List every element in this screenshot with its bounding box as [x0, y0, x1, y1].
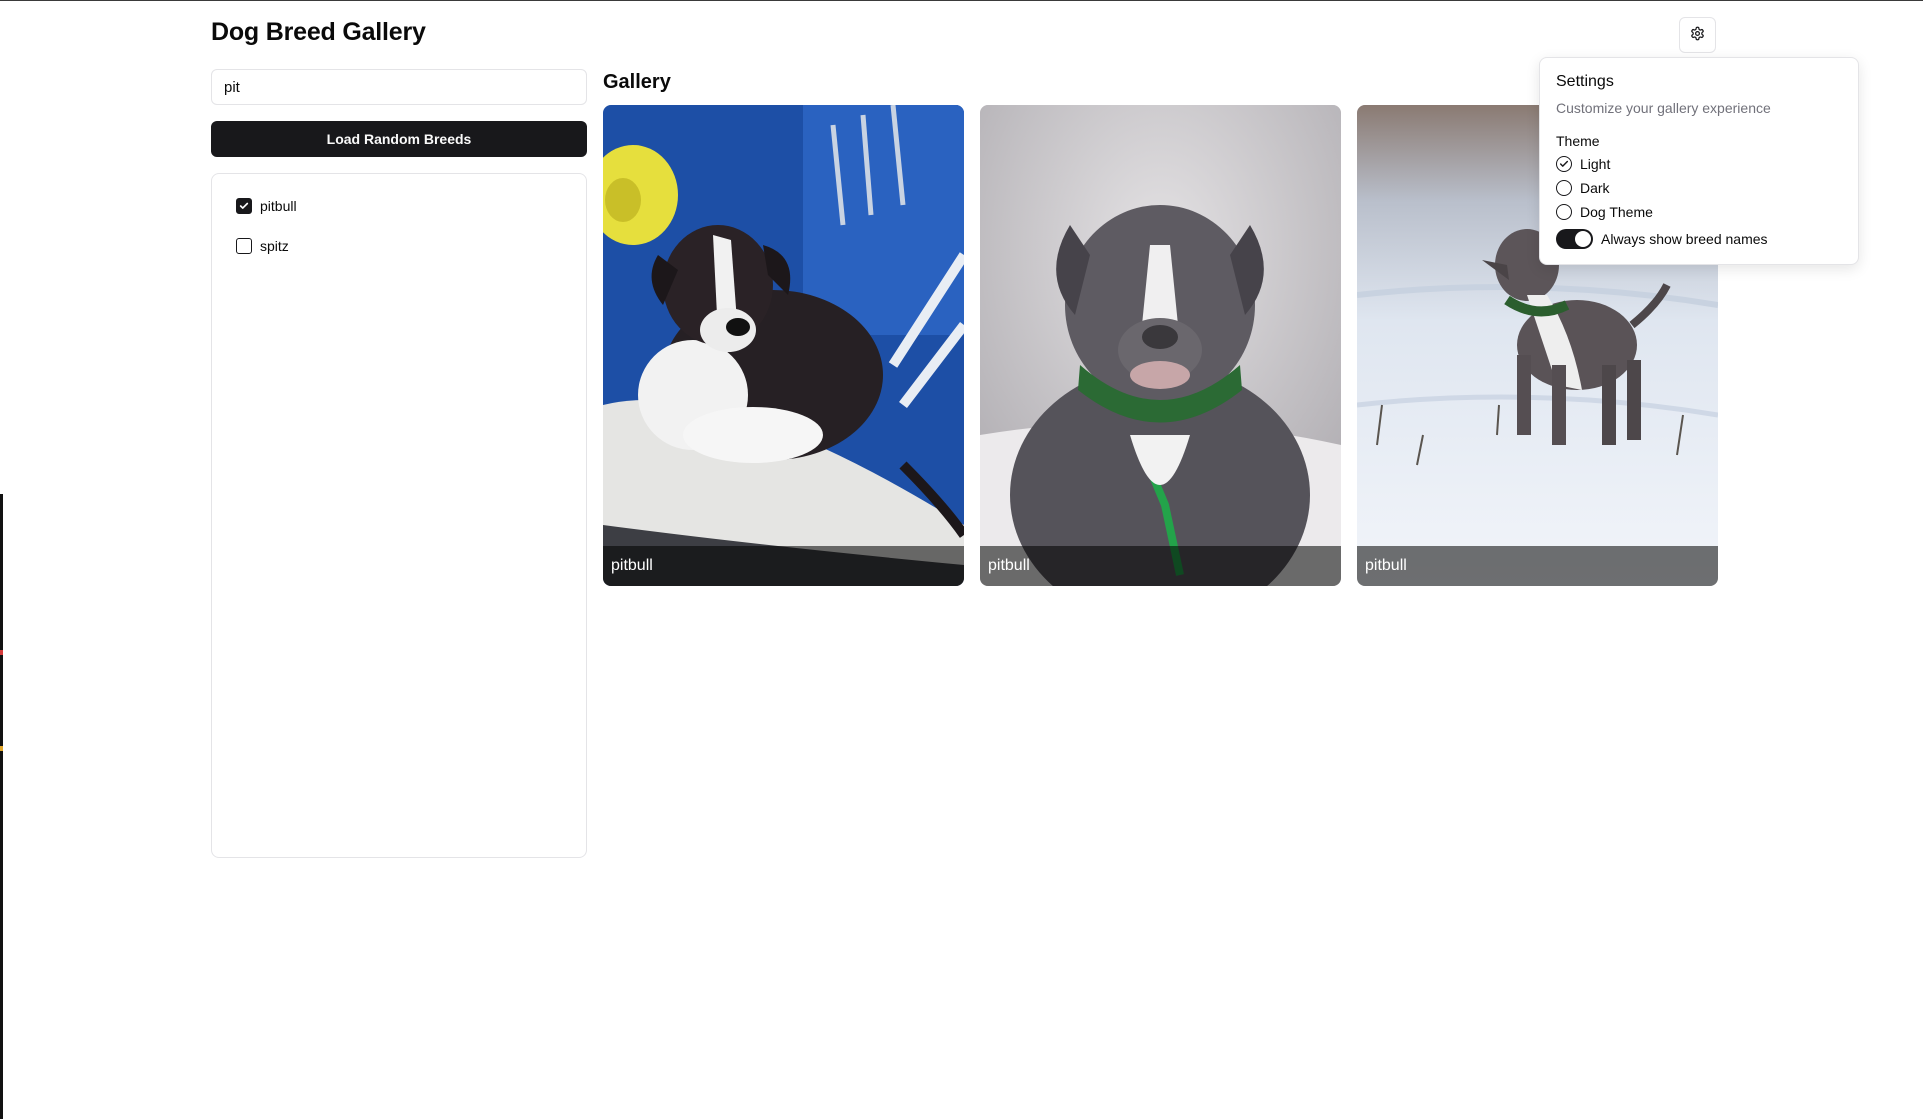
- dog-photo: [603, 105, 964, 586]
- load-random-breeds-button[interactable]: Load Random Breeds: [211, 121, 587, 157]
- theme-label: Theme: [1556, 133, 1600, 149]
- window-top-border: [0, 0, 1923, 1]
- always-show-breed-names-row[interactable]: Always show breed names: [1556, 229, 1768, 249]
- settings-button[interactable]: [1679, 17, 1716, 53]
- theme-option-label: Light: [1580, 156, 1611, 172]
- breed-caption: pitbull: [1357, 546, 1718, 586]
- breed-caption: pitbull: [603, 546, 964, 586]
- breed-label: spitz: [260, 238, 289, 254]
- breed-list-panel: pitbull spitz: [211, 173, 587, 858]
- breed-item-spitz[interactable]: spitz: [236, 238, 289, 254]
- edge-mark-red: [0, 650, 3, 655]
- left-edge-strip: [0, 494, 3, 1119]
- theme-option-dog-theme[interactable]: Dog Theme: [1556, 204, 1653, 220]
- settings-popover: Settings Customize your gallery experien…: [1539, 57, 1859, 265]
- toggle-knob: [1575, 231, 1591, 247]
- radio-unselected[interactable]: [1556, 204, 1572, 220]
- theme-option-light[interactable]: Light: [1556, 156, 1610, 172]
- breed-search-input[interactable]: [211, 69, 587, 105]
- settings-title: Settings: [1556, 73, 1614, 90]
- radio-unselected[interactable]: [1556, 180, 1572, 196]
- breed-names-toggle[interactable]: [1556, 229, 1593, 249]
- theme-option-label: Dark: [1580, 180, 1610, 196]
- breed-item-pitbull[interactable]: pitbull: [236, 198, 297, 214]
- gallery-title: Gallery: [603, 71, 671, 93]
- dog-photo: [980, 105, 1341, 586]
- radio-selected[interactable]: [1556, 156, 1572, 172]
- gear-icon: [1690, 26, 1705, 44]
- toggle-label: Always show breed names: [1601, 231, 1768, 247]
- checkbox-checked[interactable]: [236, 198, 252, 214]
- theme-option-dark[interactable]: Dark: [1556, 180, 1610, 196]
- breed-caption: pitbull: [980, 546, 1341, 586]
- gallery-card[interactable]: pitbull: [603, 105, 964, 586]
- breed-label: pitbull: [260, 198, 297, 214]
- settings-description: Customize your gallery experience: [1556, 100, 1771, 116]
- gallery-card[interactable]: pitbull: [980, 105, 1341, 586]
- edge-mark-yellow: [0, 746, 3, 751]
- checkbox-unchecked[interactable]: [236, 238, 252, 254]
- page-title: Dog Breed Gallery: [211, 18, 426, 46]
- theme-option-label: Dog Theme: [1580, 204, 1653, 220]
